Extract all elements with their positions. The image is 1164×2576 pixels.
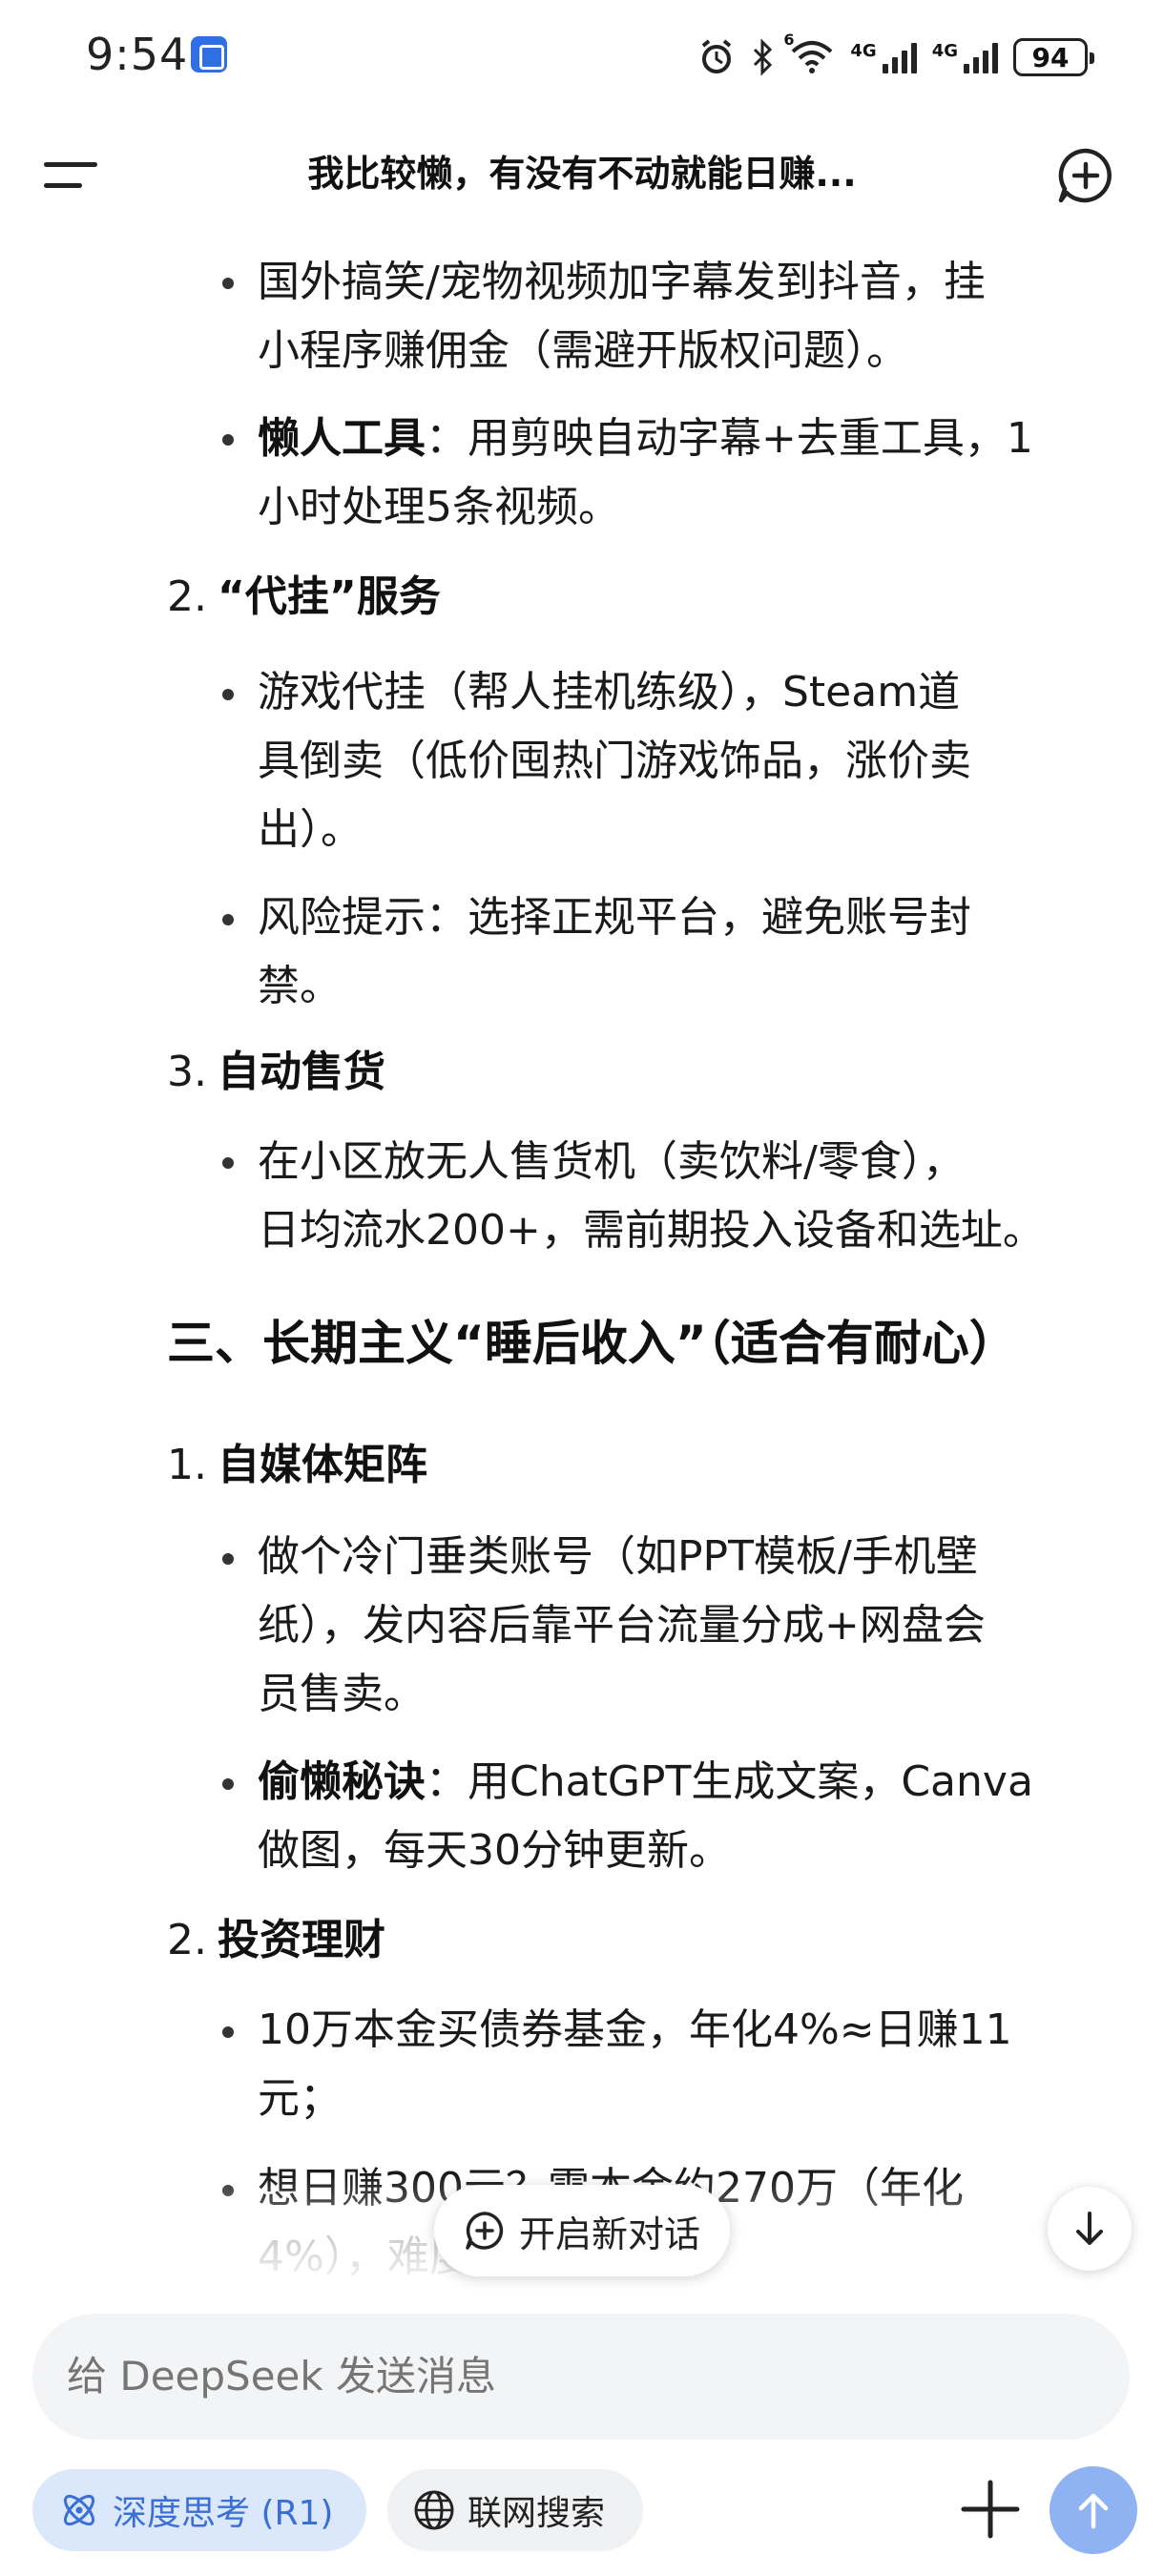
arrow-up-icon [1078,2493,1109,2529]
bullet-dot [222,434,234,446]
network-label-1: 4G [850,41,877,61]
list-item-rest: ：用ChatGPT生成文案，Canva [426,1757,1033,1806]
list-item-text: 具倒卖（低价囤热门游戏饰品，涨价卖 [258,737,971,785]
list-number: 1. [167,1441,207,1489]
bold-label: 偷懒秘诀 [258,1757,426,1806]
deep-think-toggle[interactable]: 深度思考 (R1) [32,2469,366,2551]
bluetooth-icon [754,38,773,76]
globe-icon [414,2490,454,2530]
list-item-text: 风险提示：选择正规平台，避免账号封 [258,893,971,942]
list-item-text: 出）。 [258,805,363,854]
list-heading: 自动售货 [218,1048,385,1096]
list-heading: 投资理财 [218,1916,385,1964]
scroll-to-bottom-button[interactable] [1048,2187,1132,2271]
new-chat-label: 开启新对话 [518,2212,700,2255]
section-heading: 三、长期主义“睡后收入”（适合有耐心） [167,1316,1017,1371]
web-search-label: 联网搜索 [468,2494,606,2533]
assistant-message: 国外搞笑/宠物视频加字幕发到抖音，挂 小程序赚佣金（需避开版权问题）。 懒人工具… [0,239,1164,2290]
list-item-text: 小时处理5条视频。 [258,483,620,531]
message-composer [32,2314,1130,2440]
alarm-icon [702,39,732,73]
list-item-text: 禁。 [258,962,342,1010]
list-number: 2. [167,1916,207,1964]
list-item-text: 游戏代挂（帮人挂机练级），Steam道 [258,668,961,717]
bullet-dot [222,1778,234,1790]
web-search-toggle[interactable]: 联网搜索 [387,2469,643,2551]
signal-1: 4G [850,41,917,73]
bullet-dot [222,914,234,925]
bold-label: 懒人工具 [258,414,426,463]
list-item-text: 国外搞笑/宠物视频加字幕发到抖音，挂 [258,258,986,306]
list-heading: 自媒体矩阵 [218,1441,427,1489]
network-label-2: 4G [931,41,958,61]
list-item-text: 做图，每天30分钟更新。 [258,1826,731,1875]
list-item-text: 在小区放无人售货机（卖饮料/零食）， [258,1137,965,1186]
app-notification-icon [191,36,227,73]
new-chat-icon[interactable] [1055,145,1116,206]
chevron-down-icon [1076,2212,1103,2245]
send-button[interactable] [1050,2466,1137,2554]
deep-think-label: 深度思考 (R1) [113,2494,334,2533]
signal-2: 4G [932,41,998,73]
list-item-text: 日均流水200+，需前期投入设备和选址。 [258,1206,1045,1255]
list-item-text: 懒人工具：用剪映自动字幕+去重工具，1 [258,405,1033,473]
menu-icon[interactable] [44,156,97,195]
new-chat-plus-icon [466,2212,504,2250]
list-item-text: 做个冷门垂类账号（如PPT模板/手机壁 [258,1532,978,1581]
bullet-dot [222,278,234,289]
bullet-dot [222,2185,234,2196]
list-item-text: 元； [258,2074,342,2123]
list-item-text: 10万本金买债券基金，年化4%≈日赚11 [258,2005,1012,2054]
new-chat-button[interactable]: 开启新对话 [434,2185,730,2276]
list-number: 3. [167,1048,207,1096]
status-bar: 9:54 6 4G 4G 94 [0,0,1164,114]
chat-screen: 9:54 6 4G 4G 94 我比较懒，有没有不动就能日赚... 国外搞笑/宠… [0,0,1164,2576]
list-item-text: 偷懒秘诀：用ChatGPT生成文案，Canva [258,1748,1033,1817]
list-item-text: 小程序赚佣金（需避开版权问题）。 [258,326,908,375]
list-number: 2. [167,572,207,621]
message-input[interactable] [67,2314,1078,2440]
bullet-dot [222,689,234,700]
atom-icon [63,2494,95,2526]
bullet-dot [222,2026,234,2038]
status-time: 9:54 [86,29,189,80]
wifi-label: 6 [783,31,795,49]
wifi-icon: 6 [783,31,835,78]
plus-icon[interactable] [952,2471,1029,2547]
bullet-dot [222,1157,234,1169]
bullet-dot [222,1553,234,1565]
status-icons: 6 4G 4G 94 [697,31,1094,80]
list-item-text: 员售卖。 [258,1670,426,1718]
app-header: 我比较懒，有没有不动就能日赚... [0,124,1164,229]
list-item-text: 纸），发内容后靠平台流量分成+网盘会 [258,1601,986,1650]
conversation-title: 我比较懒，有没有不动就能日赚... [307,153,857,195]
battery-indicator: 94 [1013,38,1094,76]
list-item-rest: ：用剪映自动字幕+去重工具，1 [426,414,1033,463]
list-heading: “代挂”服务 [218,572,441,621]
